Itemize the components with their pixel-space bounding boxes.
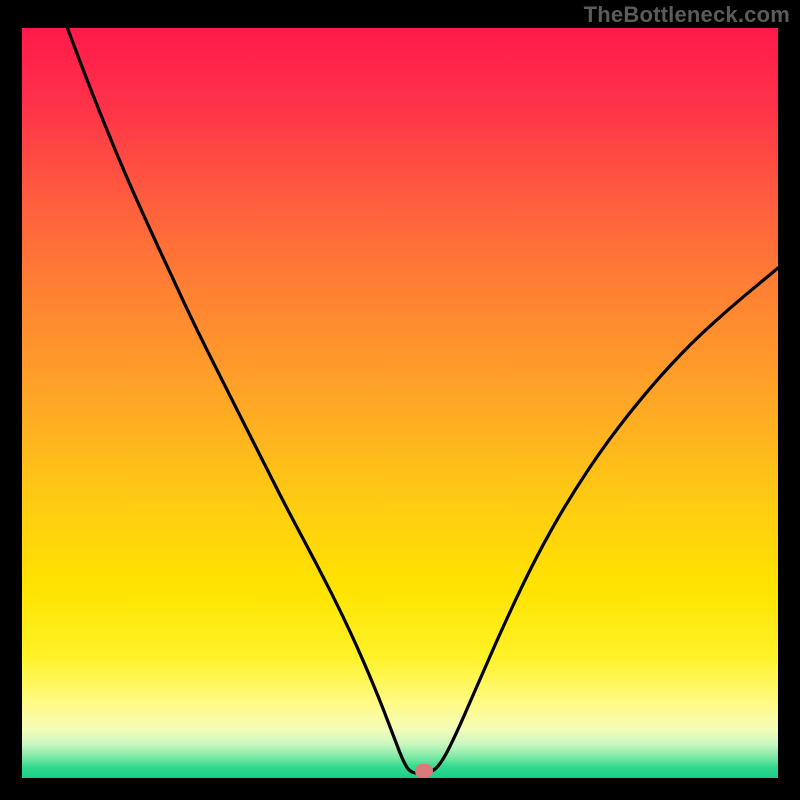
- chart-frame: TheBottleneck.com: [0, 0, 800, 800]
- plot-area: [22, 28, 778, 778]
- watermark-text: TheBottleneck.com: [584, 2, 790, 28]
- optimum-marker: [415, 764, 433, 778]
- bottleneck-curve: [22, 28, 778, 778]
